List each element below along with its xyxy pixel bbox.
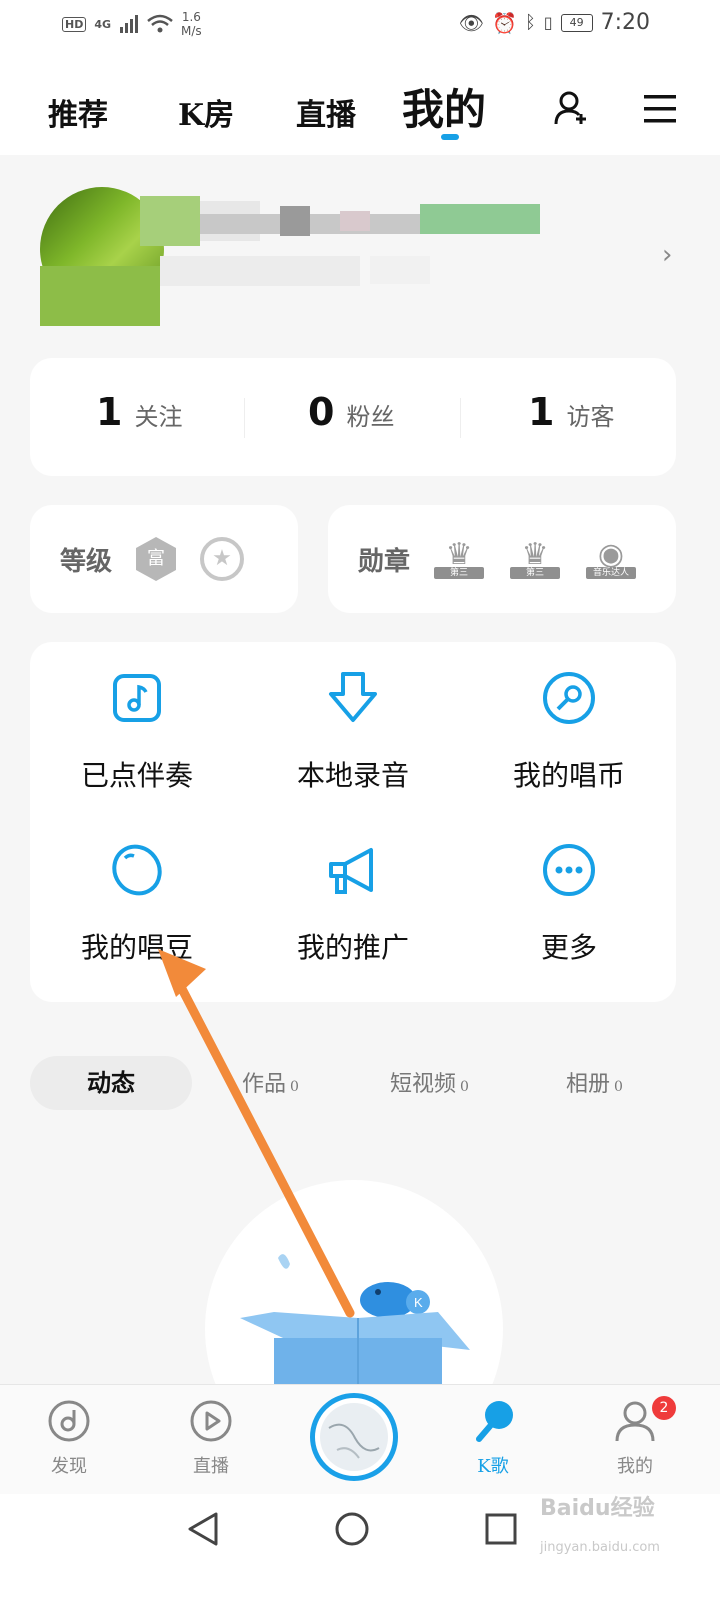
wifi-icon xyxy=(147,14,173,33)
star-badge-icon: ★ xyxy=(200,537,245,581)
status-left: HD 4G 1.6 M/s xyxy=(62,10,202,38)
user-icon xyxy=(615,1401,655,1442)
divider xyxy=(460,398,461,438)
alarm-icon: ⏰ xyxy=(492,10,517,35)
tab-live[interactable]: 直播 xyxy=(296,90,356,134)
tab-mine[interactable]: 我的 xyxy=(402,76,486,137)
microphone-icon xyxy=(476,1401,513,1442)
wealth-level-badge: 富 xyxy=(136,537,177,581)
menu-icon[interactable] xyxy=(644,94,676,124)
download-icon xyxy=(329,672,377,722)
more-icon xyxy=(543,844,595,896)
active-tab-indicator xyxy=(441,134,459,140)
stat-visitors[interactable]: 1 访客 xyxy=(528,390,614,434)
subtab-short-video[interactable]: 短视频 0 xyxy=(390,1066,469,1098)
divider xyxy=(244,398,245,438)
hd-indicator: HD xyxy=(62,16,87,32)
level-card[interactable]: 等级 富 ★ xyxy=(30,505,298,613)
grid-item-local-recording[interactable]: 本地录音 xyxy=(246,670,460,794)
nav-k-song[interactable]: K歌 xyxy=(448,1399,538,1478)
add-friend-icon[interactable] xyxy=(554,90,590,126)
status-right: 👁 ⏰ ᛒ ▯ 49 7:20 xyxy=(459,10,650,35)
eye-icon: 👁 xyxy=(458,10,485,35)
battery-indicator: 49 xyxy=(560,13,593,32)
bean-icon xyxy=(112,844,162,896)
stat-following[interactable]: 1 关注 xyxy=(96,390,182,434)
annotation-arrow-icon xyxy=(158,949,355,1318)
status-bar: HD 4G 1.6 M/s 👁 ⏰ ᛒ ▯ 49 7:20 xyxy=(0,0,720,50)
clock: 7:20 xyxy=(600,10,650,35)
network-indicator: 4G xyxy=(94,17,112,31)
network-speed: 1.6 M/s xyxy=(181,10,202,38)
coin-icon xyxy=(543,672,595,724)
recent-apps-icon[interactable] xyxy=(484,1512,518,1546)
grid-item-requested-accompaniment[interactable]: 已点伴奏 xyxy=(30,670,244,794)
tab-recommend[interactable]: 推荐 xyxy=(48,90,108,134)
megaphone-icon xyxy=(329,848,373,894)
grid-item-more[interactable]: 更多 xyxy=(462,842,676,966)
crown-medal-icon: ♛ 第三 xyxy=(508,537,562,581)
signal-icon xyxy=(120,15,139,33)
crown-medal-icon: ♛ 第三 xyxy=(432,537,486,581)
notification-badge: 2 xyxy=(652,1396,676,1420)
chevron-right-icon[interactable]: › xyxy=(662,240,672,270)
home-icon[interactable] xyxy=(334,1511,370,1547)
vibrate-icon: ▯ xyxy=(543,13,553,32)
tab-k-room[interactable]: K房 xyxy=(178,90,234,134)
top-navigation: 推荐 K房 直播 我的 xyxy=(0,50,720,155)
svg-text:K: K xyxy=(414,1295,423,1310)
sketch-disc-icon xyxy=(320,1403,388,1471)
medal-label: 勋章 xyxy=(358,546,411,577)
play-icon xyxy=(190,1400,232,1442)
watermark-url: jingyan.baidu.com xyxy=(540,1540,660,1555)
disc-icon xyxy=(48,1400,90,1442)
subtab-album[interactable]: 相册 0 xyxy=(566,1066,623,1098)
stat-fans[interactable]: 0 粉丝 xyxy=(308,390,394,434)
music-note-icon xyxy=(113,674,161,722)
bluetooth-icon: ᛒ xyxy=(524,12,536,33)
medal-card[interactable]: 勋章 ♛ 第三 ♛ 第三 ◉ 音乐达人 xyxy=(328,505,676,613)
profile-info-blurred[interactable] xyxy=(40,186,560,331)
back-icon[interactable] xyxy=(186,1511,220,1547)
nav-discover[interactable]: 发现 xyxy=(24,1399,114,1478)
nav-live[interactable]: 直播 xyxy=(166,1399,256,1478)
music-medal-icon: ◉ 音乐达人 xyxy=(584,537,638,581)
center-record-button[interactable] xyxy=(310,1393,398,1481)
level-label: 等级 xyxy=(60,546,113,577)
grid-item-my-coins[interactable]: 我的唱币 xyxy=(462,670,676,794)
watermark-logo: Baidu经验 xyxy=(540,1496,655,1521)
